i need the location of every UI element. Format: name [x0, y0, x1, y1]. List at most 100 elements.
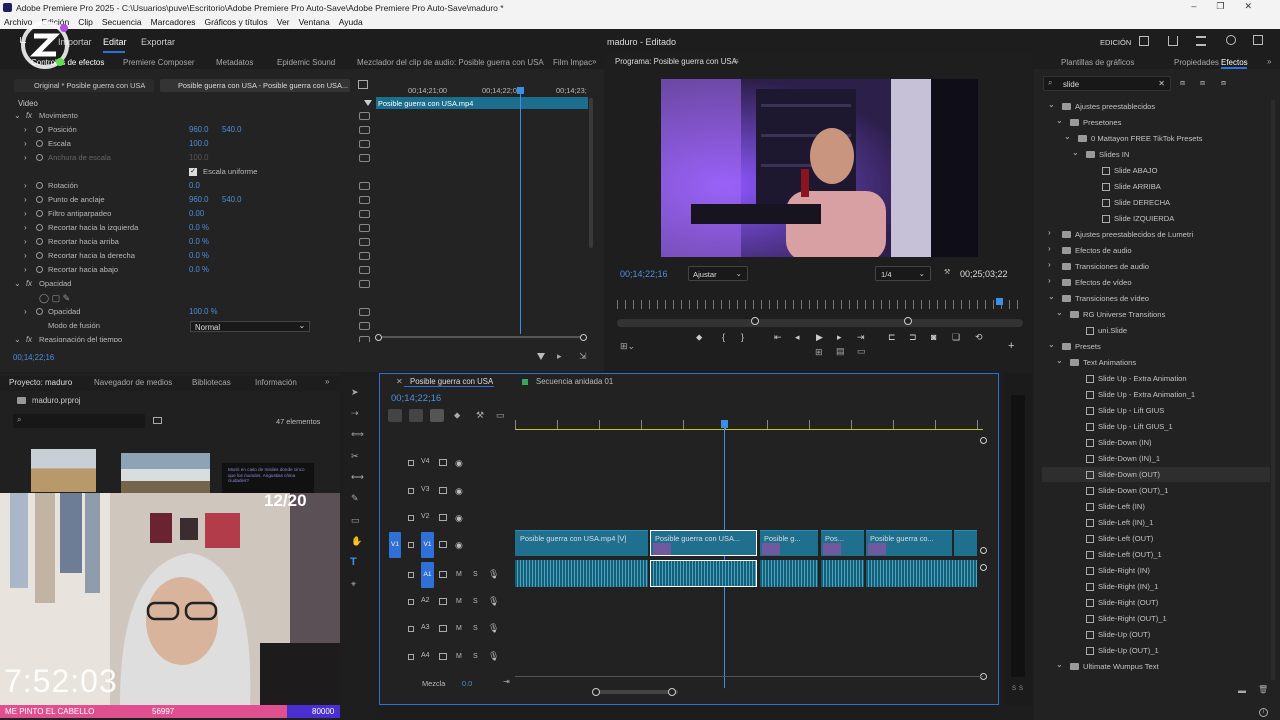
chevron-down-icon[interactable]: ⌄ — [1064, 132, 1071, 141]
clear-search-icon[interactable]: ✕ — [1158, 79, 1165, 88]
effect-row[interactable]: › Recortar hacia la derecha 0.0 % — [0, 250, 376, 264]
disclosure-icon[interactable]: › — [24, 223, 27, 232]
property-value[interactable]: 0.0 — [189, 181, 200, 190]
reset-parameter-icon[interactable] — [359, 224, 370, 232]
tab-editar[interactable]: Editar — [103, 37, 127, 47]
reset-parameter-icon[interactable] — [359, 112, 370, 120]
yuv-effects-icon[interactable]: ⧈ — [1221, 78, 1226, 88]
tab-media-browser[interactable]: Navegador de medios — [94, 378, 172, 387]
effect-preset-item[interactable]: Slide Up - Lift GIUS_1 — [1042, 419, 1270, 434]
chevron-down-icon[interactable]: ⌄ — [1048, 340, 1055, 349]
disclosure-icon[interactable]: › — [24, 195, 27, 204]
effect-preset-item[interactable]: Slide Up - Extra Animation — [1042, 371, 1270, 386]
track-name[interactable]: V4 — [421, 458, 430, 465]
caption-tool-icon[interactable]: ⌖ — [351, 579, 356, 590]
effects-folder[interactable]: ⌄ Presets — [1042, 339, 1270, 354]
chevron-down-icon[interactable]: ⌄ — [1056, 116, 1063, 125]
lock-icon[interactable] — [408, 654, 414, 660]
program-timecode[interactable]: 00;14;22;16 — [620, 269, 668, 279]
source-patch-v1[interactable]: V1 — [389, 532, 401, 558]
tab-project[interactable]: Proyecto: maduro — [9, 378, 72, 387]
clip-v1-4[interactable]: Pos... — [821, 530, 864, 556]
ec-tab-5[interactable]: Film Impac — [553, 58, 592, 67]
fit-select[interactable]: Ajustar ⌄ — [688, 266, 748, 281]
effects-folder[interactable]: › Ajustes preestablecidos de Lumetri — [1042, 227, 1270, 242]
property-value[interactable]: 100.0 — [189, 153, 209, 162]
clip-v1-1[interactable]: Posible guerra con USA.mp4 [V] — [515, 530, 648, 556]
microphone-icon[interactable]: 🎙 — [488, 569, 499, 580]
tab-propiedades[interactable]: Propiedades — [1174, 58, 1219, 67]
chevron-right-icon[interactable]: › — [1048, 276, 1051, 285]
track-name[interactable]: A4 — [421, 652, 430, 659]
stopwatch-icon[interactable] — [36, 196, 43, 203]
effects-folder[interactable]: › Efectos de vídeo — [1042, 275, 1270, 290]
track-select-tool-icon[interactable]: ⇢ — [351, 408, 359, 419]
effect-preset-item[interactable]: Slide Up - Extra Animation_1 — [1042, 387, 1270, 402]
eye-icon[interactable]: ◉ — [455, 513, 463, 524]
sync-lock-icon[interactable] — [439, 571, 447, 578]
effect-row[interactable]: › Recortar hacia abajo 0.0 % — [0, 264, 376, 278]
effects-folder[interactable]: › Efectos de audio — [1042, 243, 1270, 258]
mute-button[interactable]: M — [456, 653, 462, 660]
effect-row[interactable]: › Opacidad 100.0 % — [0, 306, 376, 320]
effect-row[interactable]: ✓ Escala uniforme — [0, 166, 376, 180]
selection-tool-icon[interactable]: ➤ — [351, 387, 359, 398]
effect-preset-item[interactable]: uni.Slide — [1042, 323, 1270, 338]
razor-tool-icon[interactable]: ✂ — [351, 451, 359, 462]
chevron-down-icon[interactable]: ⌄ — [1056, 660, 1063, 669]
property-value[interactable]: 0.0 % — [189, 237, 209, 246]
timeline-timecode[interactable]: 00;14;22;16 — [391, 393, 441, 404]
reset-parameter-icon[interactable] — [359, 210, 370, 218]
sync-lock-icon[interactable] — [439, 625, 447, 632]
eye-icon[interactable]: ◉ — [455, 486, 463, 497]
ec-playhead-handle[interactable] — [517, 87, 524, 94]
effects-folder[interactable]: ⌄ Text Animations — [1042, 355, 1270, 370]
effects-folder[interactable]: ⌄ RG Universe Transitions — [1042, 307, 1270, 322]
effect-preset-item[interactable]: Slide-Down (IN)_1 — [1042, 451, 1270, 466]
effect-row[interactable]: ⌄ fx Opacidad — [0, 278, 376, 292]
property-value[interactable]: 0.0 % — [189, 223, 209, 232]
effect-row[interactable]: ⌄ fx Movimiento — [0, 110, 376, 124]
disclosure-icon[interactable]: › — [24, 307, 27, 316]
effect-row[interactable]: › Recortar hacia arriba 0.0 % — [0, 236, 376, 250]
mark-in-icon[interactable]: { — [722, 332, 725, 342]
effects-folder[interactable]: ⌄ Slides IN — [1042, 147, 1270, 162]
lock-icon[interactable] — [408, 460, 414, 466]
eye-icon[interactable]: ◉ — [455, 540, 463, 551]
slip-tool-icon[interactable]: ⟷ — [351, 472, 364, 483]
chevron-down-icon[interactable]: ⌄ — [1048, 100, 1055, 109]
button-editor-icon[interactable]: + — [1008, 340, 1014, 352]
chevron-down-icon[interactable]: ⌄ — [1056, 356, 1063, 365]
disclosure-icon[interactable]: › — [24, 251, 27, 260]
linked-selection-icon[interactable] — [430, 409, 444, 422]
insert-sequence-icon[interactable] — [388, 409, 402, 422]
effect-row[interactable]: › Punto de anclaje 960.0 540.0 — [0, 194, 376, 208]
disclosure-icon[interactable]: › — [24, 153, 27, 162]
effect-preset-item[interactable]: Slide DERECHA — [1042, 195, 1270, 210]
workspaces-icon[interactable] — [1139, 36, 1149, 46]
vr-icon[interactable]: ⟲ — [975, 332, 983, 343]
track-name[interactable]: A2 — [421, 597, 430, 604]
effect-preset-item[interactable]: Slide-Down (OUT) — [1042, 467, 1270, 482]
program-zoom-left[interactable] — [751, 317, 759, 325]
mix-goto-icon[interactable]: ⇥ — [503, 677, 510, 686]
safe-margins-icon[interactable]: ⊞ — [815, 347, 823, 358]
target-clip-button[interactable]: Posible guerra con USA - Posible guerra … — [160, 79, 350, 92]
property-value-2[interactable]: 540.0 — [222, 125, 242, 134]
ec-zoom-handle-left[interactable] — [375, 334, 382, 341]
track-name[interactable]: A1 — [421, 562, 434, 588]
reset-parameter-icon[interactable] — [359, 154, 370, 162]
ec-clip-bar[interactable]: Posible guerra con USA.mp4 — [376, 97, 588, 109]
tab-efectos[interactable]: Efectos — [1221, 58, 1248, 67]
compare-icon[interactable]: ❏ — [952, 332, 960, 343]
clip-v1-2-selected[interactable]: Posible guerra con USA... — [650, 530, 757, 556]
effect-preset-item[interactable]: Slide ABAJO — [1042, 163, 1270, 178]
effect-row[interactable]: › Escala 100.0 — [0, 138, 376, 152]
reset-parameter-icon[interactable] — [359, 126, 370, 134]
program-menu-icon[interactable]: ≡ — [734, 57, 739, 66]
camera-icon[interactable]: ◙ — [931, 332, 936, 342]
ec-arrow-icon[interactable] — [364, 100, 372, 106]
microphone-icon[interactable]: 🎙 — [488, 623, 499, 634]
ec-scrollbar[interactable] — [589, 98, 593, 248]
ec-more-icon[interactable]: » — [592, 57, 596, 66]
